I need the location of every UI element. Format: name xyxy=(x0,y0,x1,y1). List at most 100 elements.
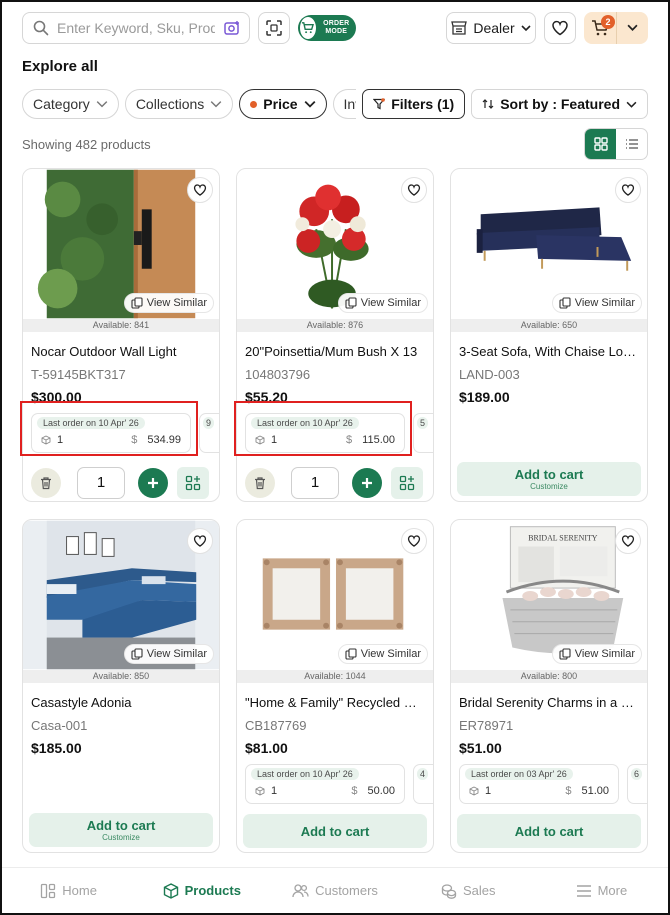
product-sku: T-59145BKT317 xyxy=(31,367,126,382)
similar-icon xyxy=(345,648,357,660)
last-order-date: Last order on 03 Apr' 26 xyxy=(465,768,573,780)
favorite-button[interactable] xyxy=(401,177,427,203)
view-similar-button[interactable]: View Similar xyxy=(551,644,642,664)
last-order-qty-value: 1 xyxy=(271,785,278,797)
quantity-stepper[interactable]: 1 xyxy=(77,467,125,499)
last-order-card-next[interactable]: 9 xyxy=(199,413,219,453)
wishlist-button[interactable] xyxy=(544,11,576,44)
nav-sales[interactable]: Sales xyxy=(402,868,535,913)
favorite-button[interactable] xyxy=(615,177,641,203)
product-image[interactable]: View Similar xyxy=(237,520,433,670)
order-mode-toggle[interactable]: ORDER MODE xyxy=(298,14,356,41)
nav-customers[interactable]: Customers xyxy=(268,868,401,913)
delete-button[interactable] xyxy=(245,468,275,498)
last-order-amount-value: 51.00 xyxy=(581,785,609,797)
availability: Available: 841 xyxy=(23,319,219,332)
heart-icon xyxy=(552,20,568,35)
product-image[interactable]: View Similar xyxy=(23,520,219,670)
product-image[interactable]: View Similar xyxy=(451,169,647,319)
sort-dropdown[interactable]: Sort by : Featured xyxy=(471,89,648,119)
product-name[interactable]: 3-Seat Sofa, With Chaise Long... xyxy=(459,344,639,359)
favorite-button[interactable] xyxy=(187,177,213,203)
filter-price[interactable]: Price xyxy=(239,89,327,119)
nav-home[interactable]: Home xyxy=(2,868,135,913)
product-name[interactable]: "Home & Family" Recycled Pap... xyxy=(245,695,425,710)
add-to-cart-label: Add to cart xyxy=(86,818,156,833)
last-order-card[interactable]: Last order on 03 Apr' 26 1 $ 51.00 xyxy=(459,764,619,804)
product-name[interactable]: 20"Poinsettia/Mum Bush X 13 xyxy=(245,344,425,359)
cart-button[interactable]: 2 xyxy=(584,11,649,44)
image-search-icon[interactable] xyxy=(223,19,241,37)
list-view-button[interactable] xyxy=(616,129,647,159)
last-order-qty: 1 xyxy=(255,785,277,797)
add-to-cart-button[interactable]: Add to cart xyxy=(457,814,641,848)
nav-more[interactable]: More xyxy=(535,868,668,913)
heart-icon xyxy=(407,184,421,196)
cart-open[interactable]: 2 xyxy=(584,12,616,44)
favorite-button[interactable] xyxy=(187,528,213,554)
last-order-card-next[interactable]: 4 xyxy=(413,764,433,804)
delete-button[interactable] xyxy=(31,468,61,498)
product-card[interactable]: View Similar Available: 1044 "Home & Fam… xyxy=(236,519,434,853)
view-similar-button[interactable]: View Similar xyxy=(337,644,428,664)
filter-inventory-label: Inventor xyxy=(343,96,357,112)
favorite-button[interactable] xyxy=(615,528,641,554)
search-input[interactable] xyxy=(57,19,215,36)
product-card[interactable]: View Similar Available: 876 20"Poinsetti… xyxy=(236,168,434,502)
dealer-selector[interactable]: Dealer xyxy=(446,11,536,44)
last-order-card-next[interactable]: 5 xyxy=(413,413,433,453)
nav-products[interactable]: Products xyxy=(135,868,268,913)
view-similar-label: View Similar xyxy=(360,297,421,309)
favorite-button[interactable] xyxy=(401,528,427,554)
product-image[interactable]: BRIDAL SERENITY View Similar xyxy=(451,520,647,670)
chevron-down-icon xyxy=(96,101,108,108)
view-similar-button[interactable]: View Similar xyxy=(337,293,428,313)
filter-category[interactable]: Category xyxy=(22,89,119,119)
box-icon xyxy=(255,435,265,445)
filter-collections[interactable]: Collections xyxy=(124,89,234,119)
view-similar-button[interactable]: View Similar xyxy=(551,293,642,313)
last-order-card[interactable]: Last order on 10 Apr' 26 1 $ 115.00 xyxy=(245,413,405,453)
view-similar-button[interactable]: View Similar xyxy=(123,293,214,313)
last-order-date-next: 5 xyxy=(417,417,429,429)
last-order-amount: $ 534.99 xyxy=(131,434,181,446)
filter-inventory[interactable]: Inventor xyxy=(332,89,357,119)
product-card[interactable]: View Similar Available: 841 Nocar Outdoo… xyxy=(22,168,220,502)
last-order-amount: $ 115.00 xyxy=(346,434,395,446)
add-to-cart-button[interactable]: Add to cart Customize xyxy=(457,462,641,496)
product-card[interactable]: BRIDAL SERENITY View Similar Available: … xyxy=(450,519,648,853)
last-order-date: Last order on 10 Apr' 26 xyxy=(251,417,359,429)
product-image[interactable]: View Similar xyxy=(237,169,433,319)
last-order-card-next[interactable]: 6 xyxy=(627,764,647,804)
chevron-down-icon xyxy=(626,101,637,108)
view-similar-button[interactable]: View Similar xyxy=(123,644,214,664)
currency-symbol: $ xyxy=(131,434,138,446)
product-image[interactable]: View Similar xyxy=(23,169,219,319)
product-name[interactable]: Bridal Serenity Charms in a Ba... xyxy=(459,695,639,710)
search-box[interactable] xyxy=(22,11,250,44)
product-price: $189.00 xyxy=(459,389,510,405)
increment-button[interactable] xyxy=(138,468,168,498)
product-count: Showing 482 products xyxy=(22,137,151,152)
add-to-cart-button[interactable]: Add to cart Customize xyxy=(29,813,213,847)
last-order-card[interactable]: Last order on 10 Apr' 26 1 $ 50.00 xyxy=(245,764,405,804)
add-to-cart-button[interactable]: Add to cart xyxy=(243,814,427,848)
scan-button[interactable] xyxy=(258,11,290,44)
last-order-amount-value: 115.00 xyxy=(362,434,395,446)
product-card[interactable]: View Similar Available: 850 Casastyle Ad… xyxy=(22,519,220,853)
quantity-stepper[interactable]: 1 xyxy=(291,467,339,499)
variants-button[interactable] xyxy=(391,467,423,499)
chevron-down-icon xyxy=(304,100,315,108)
cart-dropdown[interactable] xyxy=(617,12,649,44)
last-order-amount: $ 51.00 xyxy=(565,785,609,797)
last-order-card[interactable]: Last order on 10 Apr' 26 1 $ 534.99 xyxy=(31,413,191,453)
grid-view-button[interactable] xyxy=(585,129,616,159)
currency-symbol: $ xyxy=(346,434,353,446)
filters-button[interactable]: Filters (1) xyxy=(362,89,466,119)
product-name[interactable]: Nocar Outdoor Wall Light xyxy=(31,344,211,359)
increment-button[interactable] xyxy=(352,468,382,498)
product-name[interactable]: Casastyle Adonia xyxy=(31,695,211,710)
card-actions: 1 xyxy=(243,467,427,499)
product-card[interactable]: View Similar Available: 650 3-Seat Sofa,… xyxy=(450,168,648,502)
variants-button[interactable] xyxy=(177,467,209,499)
